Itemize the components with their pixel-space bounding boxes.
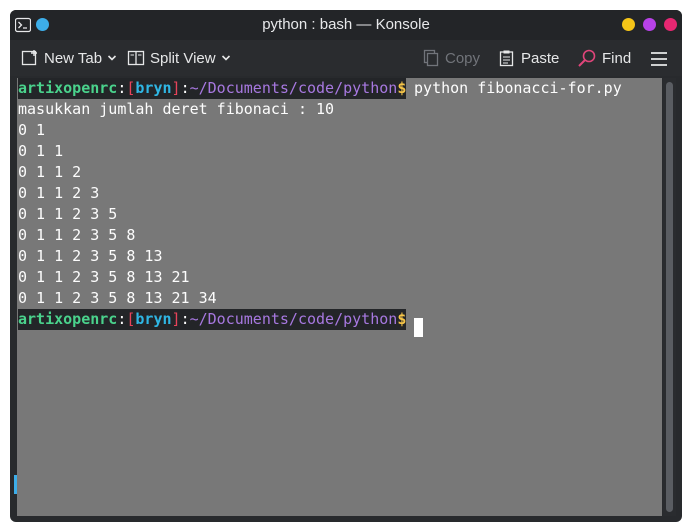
find-label: Find	[602, 49, 632, 67]
output-line: 0 1 1 2 3 5	[18, 205, 118, 223]
prompt-user: artixopenrc	[18, 310, 118, 328]
output-line: 0 1 1 2 3 5 8 13 21 34	[18, 289, 217, 307]
prompt-bracket-close: ]	[171, 310, 181, 328]
hamburger-menu-icon[interactable]	[650, 51, 668, 67]
output-line: 0 1 1 2 3 5 8 13	[18, 247, 163, 265]
search-icon	[578, 49, 596, 67]
paste-icon	[499, 50, 514, 67]
split-view-icon	[127, 50, 145, 66]
chevron-down-icon	[108, 55, 117, 61]
title-bar[interactable]: python : bash — Konsole	[10, 10, 682, 40]
close-button[interactable]	[664, 18, 677, 31]
copy-icon	[423, 49, 439, 67]
copy-button[interactable]: Copy	[422, 47, 480, 69]
output-line: 0 1	[18, 121, 46, 139]
terminal-area[interactable]: artixopenrc:[bryn]:~/Documents/code/pyth…	[17, 78, 662, 516]
paste-button[interactable]: Paste	[498, 47, 559, 69]
output-line: 0 1 1 2 3 5 8	[18, 226, 136, 244]
prompt-user: artixopenrc	[18, 79, 118, 97]
new-tab-button[interactable]: New Tab	[21, 47, 117, 69]
output-line: 0 1 1	[18, 142, 64, 160]
command-text: python fibonacci-for.py	[405, 79, 622, 97]
toolbar: New Tab Split View Copy Paste Find	[10, 40, 682, 76]
output-line: 0 1 1 2	[18, 163, 82, 181]
new-tab-icon	[21, 50, 37, 66]
copy-label: Copy	[445, 49, 481, 67]
split-view-label: Split View	[150, 49, 216, 67]
find-button[interactable]: Find	[577, 47, 631, 69]
chevron-down-icon	[221, 55, 230, 61]
prompt-host: bryn	[135, 310, 172, 328]
line-marker	[14, 475, 17, 494]
scrollbar-thumb[interactable]	[666, 82, 673, 512]
konsole-window: python : bash — Konsole New Tab Split Vi…	[10, 10, 682, 522]
minimize-button[interactable]	[622, 18, 635, 31]
text-cursor	[414, 318, 423, 337]
prompt-dollar: $	[397, 310, 407, 328]
prompt-line: artixopenrc:[bryn]:~/Documents/code/pyth…	[18, 309, 407, 330]
prompt-colon: :	[180, 310, 190, 328]
new-tab-label: New Tab	[44, 49, 103, 67]
prompt-host: bryn	[135, 79, 172, 97]
prompt-bracket-close: ]	[171, 79, 181, 97]
prompt-line: artixopenrc:[bryn]:~/Documents/code/pyth…	[18, 78, 407, 99]
prompt-path: ~/Documents/code/python	[189, 79, 398, 97]
prompt-colon: :	[180, 79, 190, 97]
split-view-button[interactable]: Split View	[127, 47, 231, 69]
paste-label: Paste	[521, 49, 560, 67]
output-line: 0 1 1 2 3	[18, 184, 100, 202]
maximize-button[interactable]	[643, 18, 656, 31]
prompt-path: ~/Documents/code/python	[189, 310, 398, 328]
window-title: python : bash — Konsole	[262, 16, 430, 33]
scrollbar[interactable]	[663, 78, 676, 516]
output-line: masukkan jumlah deret fibonaci : 10	[18, 100, 335, 118]
output-line: 0 1 1 2 3 5 8 13 21	[18, 268, 190, 286]
